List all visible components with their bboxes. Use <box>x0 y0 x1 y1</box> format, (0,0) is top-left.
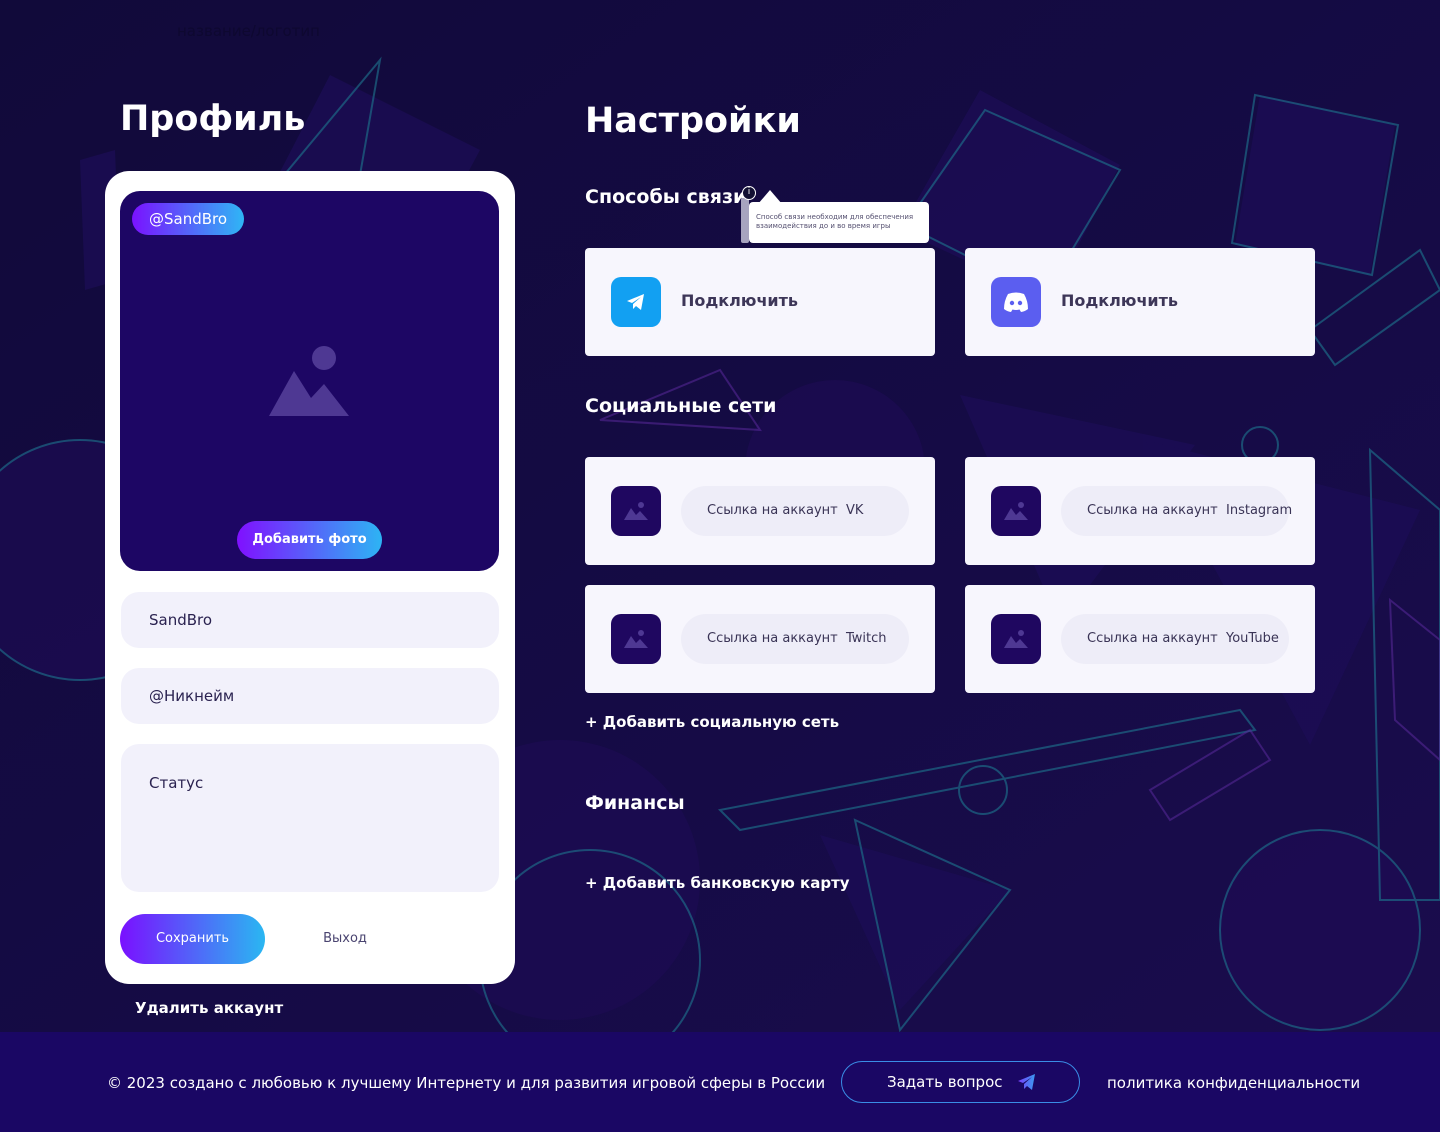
telegram-icon <box>611 277 661 327</box>
image-placeholder-icon <box>991 614 1041 664</box>
discord-connect-card[interactable]: Подключить <box>965 248 1315 356</box>
nickname-field[interactable]: @Никнейм <box>121 668 499 724</box>
telegram-connect-label: Подключить <box>681 291 799 310</box>
image-placeholder-icon <box>991 486 1041 536</box>
social-card-youtube: Ссылка на аккаунт YouTube <box>965 585 1315 693</box>
discord-connect-label: Подключить <box>1061 291 1179 310</box>
ask-question-label: Задать вопрос <box>887 1073 1003 1091</box>
tooltip-pointer <box>741 198 749 243</box>
logo-text[interactable]: название/логотип <box>177 22 320 40</box>
ask-question-button[interactable]: Задать вопрос <box>841 1061 1080 1103</box>
profile-photo-area: @SandBro Добавить фото <box>120 191 499 571</box>
finance-section-title: Финансы <box>585 792 685 814</box>
exit-button[interactable]: Выход <box>290 914 400 964</box>
settings-title: Настройки <box>585 101 801 141</box>
social-section-title: Социальные сети <box>585 395 777 417</box>
vk-link-input[interactable]: Ссылка на аккаунт VK <box>681 486 909 536</box>
social-card-instagram: Ссылка на аккаунт Instagram <box>965 457 1315 565</box>
copyright-text: © 2023 создано с любовью к лучшему Интер… <box>107 1074 826 1092</box>
save-button[interactable]: Сохранить <box>120 914 265 964</box>
add-photo-button[interactable]: Добавить фото <box>237 521 382 559</box>
footer: © 2023 создано с любовью к лучшему Интер… <box>0 1032 1440 1132</box>
discord-icon <box>991 277 1041 327</box>
privacy-policy-link[interactable]: политика конфиденциальности <box>1107 1074 1360 1092</box>
telegram-connect-card[interactable]: Подключить <box>585 248 935 356</box>
contacts-section-title: Способы связи <box>585 186 747 208</box>
image-placeholder-icon <box>269 346 349 416</box>
profile-title: Профиль <box>120 99 306 139</box>
status-field[interactable]: Статус <box>121 744 499 892</box>
add-bank-card-link[interactable]: + Добавить банковскую карту <box>585 874 850 892</box>
image-placeholder-icon <box>611 614 661 664</box>
delete-account-link[interactable]: Удалить аккаунт <box>135 999 283 1017</box>
handle-badge: @SandBro <box>132 203 245 235</box>
youtube-link-input[interactable]: Ссылка на аккаунт YouTube <box>1061 614 1289 664</box>
twitch-link-input[interactable]: Ссылка на аккаунт Twitch <box>681 614 909 664</box>
telegram-icon <box>1018 1074 1035 1090</box>
image-placeholder-icon <box>611 486 661 536</box>
info-icon[interactable]: i <box>742 186 756 200</box>
social-card-vk: Ссылка на аккаунт VK <box>585 457 935 565</box>
instagram-link-input[interactable]: Ссылка на аккаунт Instagram <box>1061 486 1292 536</box>
contacts-tooltip: Способ связи необходим для обеспечения в… <box>749 202 929 243</box>
add-social-link[interactable]: + Добавить социальную сеть <box>585 713 839 731</box>
profile-card: @SandBro Добавить фото SandBro @Никнейм … <box>105 171 515 984</box>
social-card-twitch: Ссылка на аккаунт Twitch <box>585 585 935 693</box>
name-field[interactable]: SandBro <box>121 592 499 648</box>
